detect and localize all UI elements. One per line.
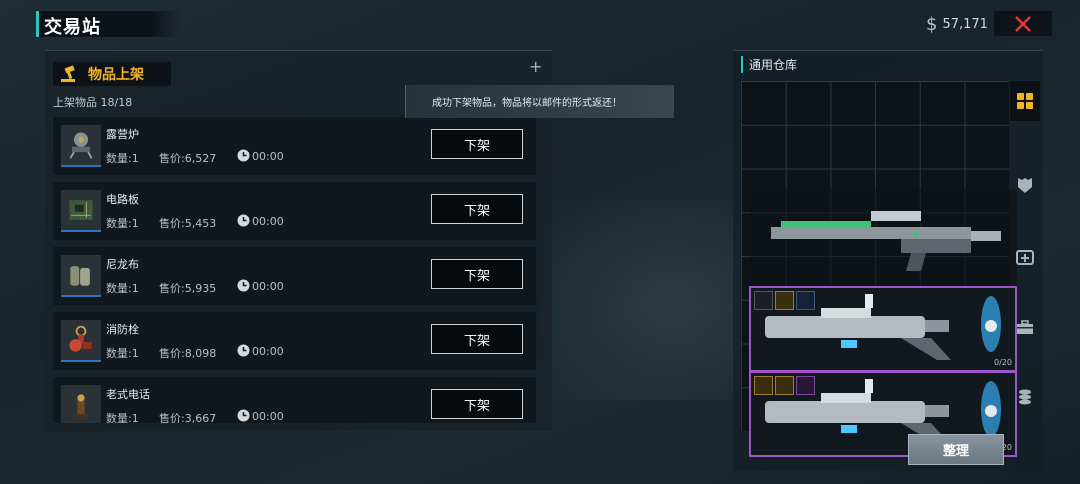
clock-icon (237, 344, 250, 357)
close-icon (1015, 15, 1031, 32)
delist-button[interactable]: 下架 (431, 389, 523, 419)
title-accent (36, 11, 39, 37)
inventory-slot-sniper-rifle[interactable] (751, 189, 1017, 287)
delist-button[interactable]: 下架 (431, 259, 523, 289)
warehouse-tabs (1010, 81, 1040, 431)
clock-icon (237, 149, 250, 162)
item-quantity: 数量:1 (106, 217, 139, 230)
item-time: 00:00 (252, 410, 284, 423)
toolbox-icon (1017, 320, 1033, 334)
item-quantity: 数量:1 (106, 282, 139, 295)
currency-icon: $ (926, 13, 938, 35)
title-bar: 交易站 (36, 11, 180, 38)
item-quantity: 数量:1 (106, 152, 139, 165)
list-item: 老式电话 数量:1 售价:3,667 00:00 下架 (53, 377, 536, 423)
grid-icon (1017, 93, 1033, 109)
corner-plus-icon: + (529, 57, 543, 76)
item-time: 00:00 (252, 280, 284, 293)
item-time: 00:00 (252, 150, 284, 163)
page-title: 交易站 (44, 17, 101, 38)
item-quantity: 数量:1 (106, 347, 139, 360)
listing-list: 露营炉 数量:1 售价:6,527 00:00 下架 电路板 数量:1 售价:5… (53, 117, 536, 430)
list-item: 电路板 数量:1 售价:5,453 00:00 下架 (53, 182, 536, 240)
warehouse-panel: 通用仓库 0/20 整理 (733, 50, 1043, 471)
coins-icon (1019, 389, 1031, 405)
item-name: 老式电话 (106, 388, 150, 401)
list-item: 露营炉 数量:1 售价:6,527 00:00 下架 (53, 117, 536, 175)
delist-button[interactable]: 下架 (431, 324, 523, 354)
item-time: 00:00 (252, 215, 284, 228)
sniper-rifle-icon (771, 211, 1001, 271)
warehouse-grid: 0/20 0/20 (741, 81, 1017, 457)
close-button[interactable] (994, 11, 1052, 36)
money-amount: 57,171 (942, 16, 988, 32)
tab-armor[interactable] (1010, 165, 1040, 205)
warehouse-title: 通用仓库 (741, 56, 797, 73)
list-item: 尼龙布 数量:1 售价:5,935 00:00 下架 (53, 247, 536, 305)
money-display: $ 57,171 (926, 13, 988, 35)
clock-icon (237, 214, 250, 227)
item-price: 售价:3,667 (159, 412, 217, 423)
item-price: 售价:5,453 (159, 217, 217, 230)
list-item: 消防栓 数量:1 售价:8,098 00:00 下架 (53, 312, 536, 370)
circuit-board-icon (61, 190, 101, 232)
sort-button[interactable]: 整理 (908, 434, 1004, 465)
camping-stove-icon (61, 125, 101, 167)
tab-valuables[interactable] (1010, 377, 1040, 417)
item-quantity: 数量:1 (106, 412, 139, 423)
listing-count: 上架物品 18/18 (53, 96, 133, 109)
item-name: 尼龙布 (106, 258, 139, 271)
clock-icon (237, 279, 250, 292)
nylon-cloth-icon (61, 255, 101, 297)
delist-button[interactable]: 下架 (431, 194, 523, 224)
clock-icon (237, 409, 250, 422)
section-header: 物品上架 (53, 62, 171, 86)
item-name: 消防栓 (106, 323, 139, 336)
inventory-slot-heavy-gun-1[interactable]: 0/20 (749, 286, 1017, 372)
tab-supplies[interactable] (1010, 307, 1040, 347)
toast-notification: 成功下架物品，物品将以邮件的形式返还！ (405, 85, 674, 118)
item-time: 00:00 (252, 345, 284, 358)
medkit-icon (1016, 250, 1034, 265)
armor-icon (1018, 178, 1032, 193)
item-price: 售价:8,098 (159, 347, 217, 360)
item-price: 售价:6,527 (159, 152, 217, 165)
tab-all-grid[interactable] (1010, 81, 1040, 121)
item-price: 售价:5,935 (159, 282, 217, 295)
fire-hydrant-icon (61, 320, 101, 362)
item-name: 电路板 (106, 193, 139, 206)
item-name: 露营炉 (106, 128, 139, 141)
heavy-gun-icon (765, 294, 1001, 360)
delist-button[interactable]: 下架 (431, 129, 523, 159)
section-title: 物品上架 (88, 67, 144, 83)
auction-hammer-icon (61, 65, 75, 82)
old-telephone-icon (61, 385, 101, 423)
tab-medical[interactable] (1010, 237, 1040, 277)
